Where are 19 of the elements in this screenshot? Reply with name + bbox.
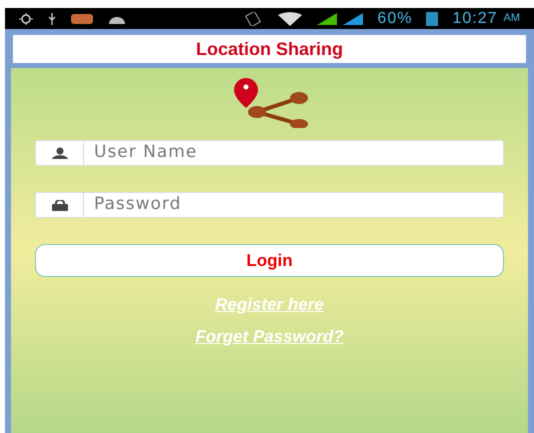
password-field[interactable]: Password	[84, 193, 503, 217]
link[interactable]: Forget Password?	[195, 324, 344, 349]
wifi-icon	[277, 12, 304, 26]
app-title: Location Sharing	[196, 38, 343, 61]
clock-period: AM	[504, 11, 520, 26]
password-field[interactable]: Password	[35, 192, 504, 218]
battery-icon	[426, 12, 438, 26]
usb-icon	[47, 12, 57, 24]
link[interactable]: Register here	[215, 292, 324, 318]
gps-icon	[19, 12, 33, 24]
lock-icon	[52, 200, 68, 210]
signal-icon	[343, 12, 364, 24]
login-button[interactable]: Login	[35, 244, 504, 277]
username-field[interactable]: User Name	[84, 141, 503, 165]
user-icon	[52, 147, 68, 159]
username-field[interactable]: User Name	[35, 140, 504, 166]
battery-percentage: 60%	[377, 8, 412, 28]
clock-time: 10:27	[452, 8, 498, 28]
signal-icon	[317, 12, 338, 24]
